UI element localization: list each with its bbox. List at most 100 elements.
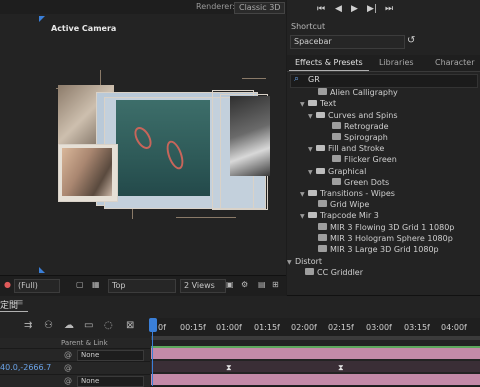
- preview-controls: ⏮ ◀ ▶ ▶| ⏭: [287, 0, 480, 18]
- play-button[interactable]: ▶: [351, 4, 358, 14]
- active-tab-indicator: [0, 311, 28, 312]
- list-item-trapcode-mir[interactable]: ▼ Trapcode Mir 3: [300, 210, 379, 221]
- folder-icon: [308, 99, 317, 106]
- effect-icon: [305, 268, 314, 275]
- search-icon: ⌕: [294, 74, 300, 84]
- graph-editor-icon[interactable]: ⊠: [126, 320, 134, 331]
- region-corner-top-left: [39, 16, 45, 22]
- view-dropdown[interactable]: Top: [108, 279, 176, 293]
- boat-shape: [163, 138, 187, 172]
- effect-icon: [332, 178, 341, 185]
- folder-icon: [316, 111, 325, 118]
- reset-shortcut-icon[interactable]: ↺: [407, 35, 415, 46]
- toggle-pixel-aspect-icon[interactable]: ▣: [226, 280, 234, 289]
- expand-triangle-icon[interactable]: ▼: [308, 167, 316, 178]
- effect-icon: [318, 88, 327, 95]
- expand-triangle-icon[interactable]: ▼: [300, 99, 308, 110]
- list-item-mir-large-grid[interactable]: MIR 3 Large 3D Grid 1080p: [318, 244, 439, 255]
- first-frame-button[interactable]: ⏮: [317, 4, 325, 14]
- keyframe-icon[interactable]: ⧗: [338, 363, 344, 373]
- pick-whip-icon[interactable]: @: [64, 350, 72, 359]
- ruler-tick-label: 02:00f: [291, 323, 317, 332]
- list-item-alien-calligraphy[interactable]: Alien Calligraphy: [318, 87, 398, 98]
- list-item-distort[interactable]: ▼ Distort: [287, 256, 322, 267]
- effect-icon: [318, 200, 327, 207]
- boat-shape: [130, 124, 156, 152]
- layer-duration-bar[interactable]: [151, 374, 480, 385]
- expand-triangle-icon[interactable]: ▼: [308, 111, 316, 122]
- expand-triangle-icon[interactable]: ▼: [287, 257, 295, 268]
- renderer-label: Renderer:: [196, 2, 236, 11]
- property-value[interactable]: 40.0,-2666.7: [0, 363, 51, 372]
- flowchart-icon[interactable]: ⊞: [272, 280, 279, 289]
- effect-icon: [332, 133, 341, 140]
- fast-preview-icon[interactable]: ⚙: [241, 280, 248, 289]
- expand-triangle-icon[interactable]: ▼: [300, 211, 308, 222]
- effect-icon: [332, 155, 341, 162]
- list-item-green-dots[interactable]: Green Dots: [332, 177, 389, 188]
- main-photo-layer[interactable]: [116, 100, 210, 196]
- expand-triangle-icon[interactable]: ▼: [308, 144, 316, 155]
- color-wheel-icon[interactable]: ●: [4, 280, 11, 289]
- ruler-tick-label: 03:00f: [366, 323, 392, 332]
- list-item-spirograph[interactable]: Spirograph: [332, 132, 388, 143]
- folder-icon: [316, 167, 325, 174]
- last-frame-button[interactable]: ⏭: [385, 4, 393, 14]
- photo-layer[interactable]: [62, 148, 112, 196]
- ruler-tick-label: 04:00f: [441, 323, 467, 332]
- motion-blur-icon[interactable]: ◌: [104, 320, 113, 331]
- list-item-retrograde[interactable]: Retrograde: [332, 121, 389, 132]
- list-item-grid-wipe[interactable]: Grid Wipe: [318, 199, 369, 210]
- scene-preview[interactable]: [56, 70, 271, 220]
- previous-frame-button[interactable]: ◀: [335, 4, 342, 14]
- list-item-curves-spins[interactable]: ▼ Curves and Spins: [308, 110, 398, 121]
- list-item-transitions-wipes[interactable]: ▼ Transitions - Wipes: [300, 188, 395, 199]
- ruler-tick-label: 02:15f: [328, 323, 354, 332]
- renderer-button[interactable]: Classic 3D: [234, 2, 286, 14]
- list-item-cc-griddler[interactable]: CC Griddler: [305, 267, 363, 278]
- transparency-grid-icon[interactable]: ▦: [92, 280, 100, 289]
- draft-3d-icon[interactable]: ⚇: [44, 320, 53, 331]
- shy-layers-icon[interactable]: ☁: [64, 320, 74, 331]
- effects-search-value: GR: [308, 75, 320, 84]
- ruler-tick-label: 00:15f: [180, 323, 206, 332]
- resolution-dropdown[interactable]: (Full): [14, 279, 60, 293]
- layer-duration-bar[interactable]: [151, 348, 480, 359]
- layer-row[interactable]: @ None: [0, 374, 150, 387]
- photo-layer[interactable]: [230, 96, 270, 176]
- list-item-fill-stroke[interactable]: ▼ Fill and Stroke: [308, 143, 384, 154]
- current-time-line: [152, 318, 153, 386]
- next-frame-button[interactable]: ▶|: [367, 4, 377, 14]
- parent-dropdown[interactable]: None: [77, 350, 144, 361]
- pick-whip-icon[interactable]: @: [64, 363, 72, 372]
- region-of-interest-icon[interactable]: ▢: [76, 280, 84, 289]
- parent-link-column-label: Parent & Link: [61, 339, 108, 347]
- ruler-tick-label: 03:15f: [404, 323, 430, 332]
- pick-whip-icon[interactable]: @: [64, 376, 72, 385]
- frame-blending-icon[interactable]: ▭: [84, 320, 93, 331]
- keyframe-icon[interactable]: ⧗: [226, 363, 232, 373]
- effect-icon: [318, 234, 327, 241]
- list-item-mir-hologram-sphere[interactable]: MIR 3 Hologram Sphere 1080p: [318, 233, 453, 244]
- list-item-flicker-green[interactable]: Flicker Green: [332, 154, 397, 165]
- panel-menu-icon[interactable]: ≡: [16, 298, 24, 308]
- tab-effects-presets[interactable]: Effects & Presets: [295, 58, 363, 67]
- list-item-text[interactable]: ▼ Text: [300, 98, 336, 109]
- shortcut-dropdown[interactable]: Spacebar: [290, 35, 405, 49]
- comp-mini-flowchart-icon[interactable]: ⇉: [24, 320, 32, 331]
- tab-libraries[interactable]: Libraries: [379, 58, 414, 67]
- effect-icon: [318, 223, 327, 230]
- active-tab-indicator: [289, 70, 369, 71]
- work-area-bar[interactable]: [151, 336, 480, 340]
- folder-icon: [308, 211, 317, 218]
- timeline-icon[interactable]: ▤: [258, 280, 266, 289]
- current-time-indicator[interactable]: [149, 318, 157, 332]
- list-item-mir-flowing-grid[interactable]: MIR 3 Flowing 3D Grid 1 1080p: [318, 222, 454, 233]
- list-item-graphical[interactable]: ▼ Graphical: [308, 166, 366, 177]
- views-layout-dropdown[interactable]: 2 Views: [180, 279, 226, 293]
- tab-character[interactable]: Character: [435, 58, 475, 67]
- effect-icon: [332, 122, 341, 129]
- expand-triangle-icon[interactable]: ▼: [300, 189, 308, 200]
- layer-row[interactable]: @ None: [0, 348, 150, 361]
- parent-dropdown[interactable]: None: [77, 376, 144, 387]
